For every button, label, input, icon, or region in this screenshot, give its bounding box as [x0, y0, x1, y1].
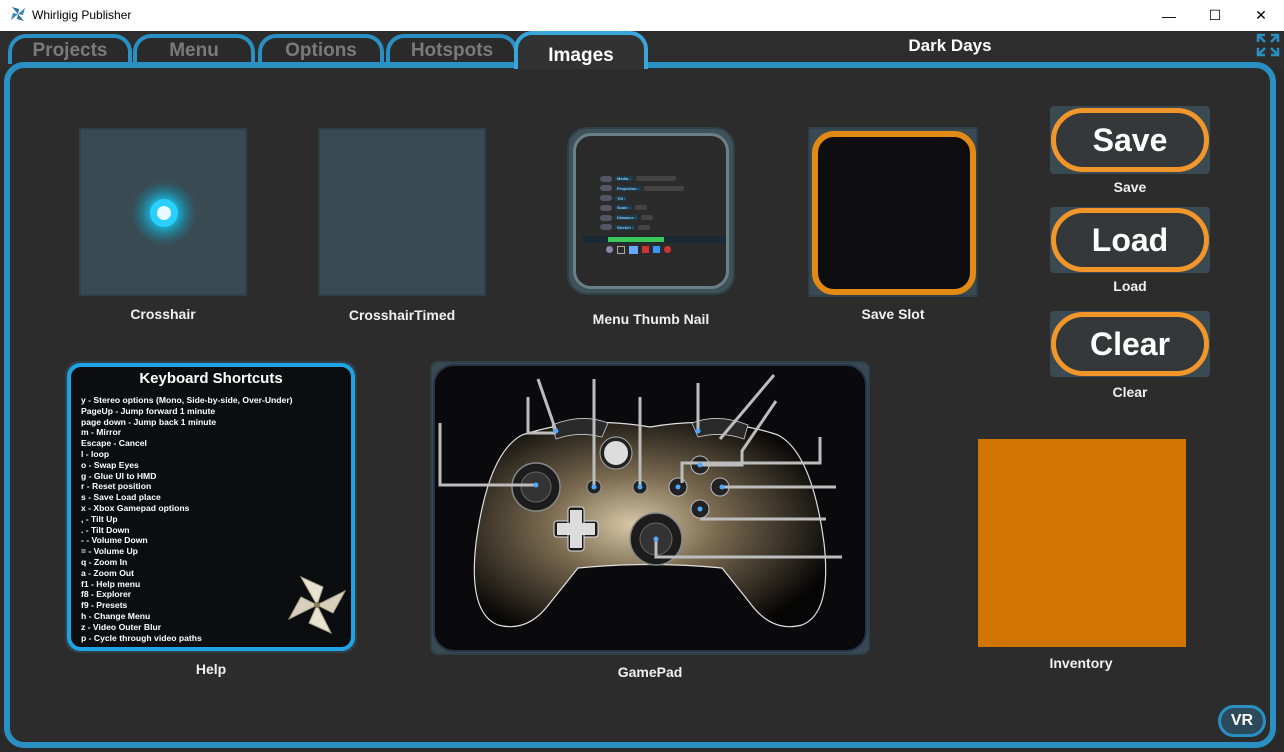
thumb-row-label: Distance :	[615, 215, 639, 221]
shortcut-line: Escape - Cancel	[81, 438, 147, 449]
document-title: Dark Days	[908, 36, 992, 55]
minimize-button[interactable]: —	[1146, 0, 1192, 31]
shortcut-line: y - Stereo options (Mono, Side-by-side, …	[81, 395, 293, 405]
inventory-slot[interactable]	[978, 439, 1186, 647]
shortcut-line: a - Zoom Out	[81, 567, 134, 578]
inventory-label: Inventory	[1049, 655, 1113, 671]
thumb-timeline	[582, 236, 726, 243]
clear-caption: Clear	[1112, 384, 1148, 400]
thumb-toolbar	[606, 246, 702, 255]
shortcut-line: f9 - Presets	[81, 600, 128, 611]
pinwheel-logo-icon	[287, 575, 347, 635]
shortcut-line: p - Cycle through video paths	[81, 632, 202, 643]
shortcut-line: page down - Jump back 1 minute	[81, 416, 217, 427]
crosshair-timed-slot[interactable]	[318, 128, 486, 296]
gamepad-label: GamePad	[617, 664, 683, 680]
fullscreen-expand-icon[interactable]	[1256, 33, 1280, 57]
shortcut-line: r - Reset position	[81, 481, 152, 492]
help-shortcuts-list: y - Stereo options (Mono, Side-by-side, …	[81, 395, 293, 643]
help-label: Help	[195, 661, 227, 677]
pinwheel-app-icon	[11, 7, 25, 21]
shortcut-line: = - Volume Up	[81, 546, 138, 557]
shortcut-line: m - Mirror	[81, 427, 122, 438]
menu-thumbnail-slot[interactable]: Media : Projection : Tilt : Scale : Dist…	[567, 127, 735, 295]
crosshair-timed-label: CrosshairTimed	[348, 307, 456, 323]
thumb-row-label: Stretch :	[615, 224, 636, 230]
tab-hotspots[interactable]: Hotspots	[386, 34, 518, 64]
shortcut-line: x - Xbox Gamepad options	[81, 502, 190, 513]
clear-button[interactable]: Clear	[1051, 312, 1209, 376]
shortcut-line: l - loop	[81, 448, 110, 459]
shortcut-line: . - Tilt Down	[81, 524, 130, 535]
crosshair-slot[interactable]	[79, 128, 247, 296]
shortcut-line: z - Video Outer Blur	[81, 621, 162, 632]
save-slot-image	[812, 131, 976, 295]
shortcut-line: o - Swap Eyes	[81, 459, 139, 470]
load-caption: Load	[1113, 278, 1147, 294]
thumb-row-label: Tilt :	[615, 195, 628, 201]
shortcut-line: PageUp - Jump forward 1 minute	[81, 405, 216, 416]
gamepad-slot[interactable]	[430, 361, 870, 655]
shortcut-line: - - Volume Down	[81, 535, 148, 546]
shortcut-line: f8 - Explorer	[81, 589, 132, 600]
shortcut-line: h - Change Menu	[81, 610, 151, 621]
save-slot[interactable]	[808, 127, 978, 297]
window-title: Whirligig Publisher	[32, 8, 132, 22]
thumb-row-label: Scale :	[615, 205, 632, 211]
load-button[interactable]: Load	[1051, 208, 1209, 272]
tab-options[interactable]: Options	[258, 34, 384, 64]
save-caption: Save	[1113, 179, 1147, 195]
tab-projects[interactable]: Projects	[8, 34, 132, 64]
tab-menu[interactable]: Menu	[133, 34, 255, 64]
save-button[interactable]: Save	[1051, 108, 1209, 172]
crosshair-label: Crosshair	[130, 306, 196, 322]
thumb-row-label: Projection :	[615, 185, 642, 191]
save-slot-label: Save Slot	[861, 306, 925, 322]
thumb-row-label: Media :	[615, 176, 633, 181]
title-bar: Whirligig Publisher — ☐ ✕	[0, 0, 1284, 32]
vr-button[interactable]: VR	[1218, 705, 1266, 737]
shortcut-line: q - Zoom In	[81, 556, 128, 567]
tab-images[interactable]: Images	[514, 31, 648, 69]
crosshair-image	[130, 179, 198, 247]
help-title: Keyboard Shortcuts	[139, 370, 283, 387]
maximize-button[interactable]: ☐	[1192, 0, 1238, 31]
menu-thumbnail-image: Media : Projection : Tilt : Scale : Dist…	[573, 133, 729, 289]
menu-thumbnail-rows: Media : Projection : Tilt : Scale : Dist…	[600, 174, 710, 233]
shortcut-line: f1 - Help menu	[81, 578, 141, 589]
shortcut-line: , - Tilt Up	[81, 513, 118, 524]
close-button[interactable]: ✕	[1238, 0, 1284, 31]
gamepad-image	[433, 364, 867, 652]
shortcut-line: g - Glue UI to HMD	[81, 470, 157, 481]
help-image: Keyboard Shortcuts y - Stereo options (M…	[67, 363, 355, 651]
menu-thumbnail-label: Menu Thumb Nail	[592, 311, 710, 327]
shortcut-line: s - Save Load place	[81, 492, 161, 503]
